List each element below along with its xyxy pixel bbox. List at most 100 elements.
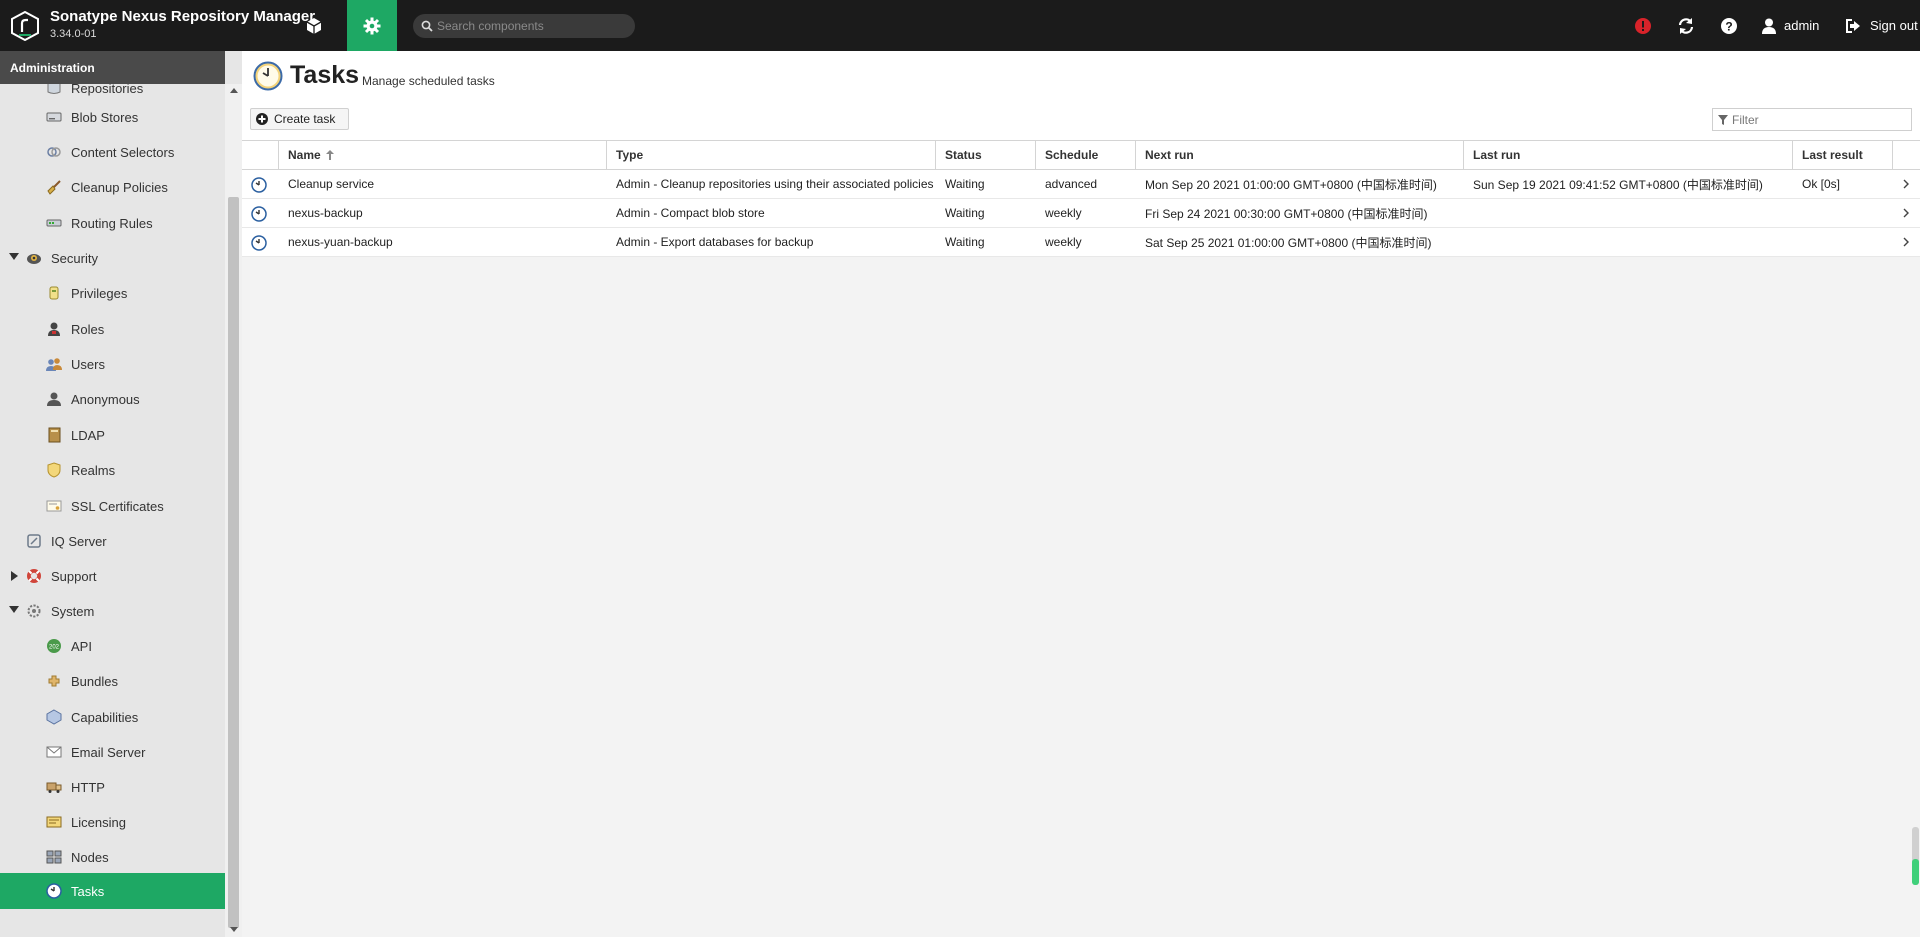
brand[interactable]: Sonatype Nexus Repository Manager 3.34.0… <box>0 0 316 51</box>
column-header-name[interactable]: Name <box>279 141 607 169</box>
alert-icon <box>1635 17 1651 34</box>
sidebar-item-routing-rules[interactable]: Routing Rules <box>0 205 225 241</box>
column-header-last-result[interactable]: Last result <box>1793 141 1893 169</box>
caret-right-icon[interactable] <box>11 571 18 581</box>
help-button[interactable]: ? <box>1713 0 1745 51</box>
sidebar-item-label: Anonymous <box>71 391 140 407</box>
refresh-button[interactable] <box>1670 0 1702 51</box>
table-row[interactable]: nexus-backup Admin - Compact blob store Wa… <box>242 199 1920 228</box>
sidebar-item-bundles[interactable]: Bundles <box>0 663 225 699</box>
sidebar-item-anonymous[interactable]: Anonymous <box>0 381 225 417</box>
sidebar-item-label: Cleanup Policies <box>71 179 168 195</box>
cell-text: advanced <box>1045 177 1098 191</box>
system-icon <box>26 603 42 619</box>
sidebar-item-label: Support <box>51 568 97 584</box>
cell-status: Waiting <box>936 228 1036 256</box>
search-input[interactable] <box>437 16 627 36</box>
sidebar-item-users[interactable]: Users <box>0 346 225 382</box>
column-header-type-label: Type <box>616 148 644 162</box>
page-scroll-indicator[interactable] <box>1912 827 1919 885</box>
sidebar-item-roles[interactable]: Roles <box>0 311 225 347</box>
sidebar-item-capabilities[interactable]: Capabilities <box>0 699 225 735</box>
anonymous-icon <box>46 391 62 407</box>
sidebar-item-label: IQ Server <box>51 533 107 549</box>
task-clock-icon <box>251 177 267 193</box>
sidebar-item-http[interactable]: HTTP <box>0 769 225 805</box>
admin-sidebar: Administration Repositories Blob Stores Co… <box>0 51 242 937</box>
certificate-icon <box>46 498 62 514</box>
plus-circle-icon <box>256 113 268 125</box>
page-subtitle: Manage scheduled tasks <box>362 74 495 88</box>
main-content: Tasks Manage scheduled tasks Create task… <box>242 51 1920 937</box>
admin-mode-button[interactable] <box>347 0 397 51</box>
sidebar-item-ssl-certificates[interactable]: SSL Certificates <box>0 488 225 524</box>
filter-box[interactable] <box>1712 108 1912 131</box>
sidebar-item-cleanup-policies[interactable]: Cleanup Policies <box>0 169 225 205</box>
user-icon <box>1762 18 1776 34</box>
column-header-status[interactable]: Status <box>936 141 1036 169</box>
sidebar-item-api[interactable]: 202 API <box>0 628 225 664</box>
sidebar-item-system[interactable]: System <box>0 593 225 629</box>
user-menu[interactable]: admin <box>1762 0 1832 51</box>
sidebar-item-nodes[interactable]: Nodes <box>0 839 225 875</box>
search-icon <box>421 20 433 32</box>
table-row[interactable]: Cleanup service Admin - Cleanup repositor… <box>242 170 1920 199</box>
sidebar-scrollbar[interactable] <box>225 84 242 937</box>
scroll-down-arrow-icon[interactable] <box>230 927 238 932</box>
cell-type: Admin - Cleanup repositories using their… <box>607 170 936 198</box>
caret-down-icon[interactable] <box>9 253 19 260</box>
caret-down-icon[interactable] <box>9 606 19 613</box>
selector-icon <box>46 144 62 160</box>
scroll-up-arrow-icon[interactable] <box>230 88 238 93</box>
cell-text: weekly <box>1045 235 1082 249</box>
sidebar-item-label: Email Server <box>71 744 146 760</box>
cell-text: Waiting <box>945 177 985 191</box>
column-header-type[interactable]: Type <box>607 141 936 169</box>
cell-text: Fri Sep 24 2021 00:30:00 GMT+0800 (中国标准时… <box>1145 206 1428 221</box>
capabilities-icon <box>46 709 62 725</box>
svg-text:202: 202 <box>49 645 60 651</box>
sidebar-item-email-server[interactable]: Email Server <box>0 734 225 770</box>
sidebar-item-blob-stores[interactable]: Blob Stores <box>0 99 225 135</box>
cell-text: Admin - Export databases for backup <box>616 235 814 249</box>
sidebar-item-tasks[interactable]: Tasks <box>0 873 225 909</box>
table-row[interactable]: nexus-yuan-backup Admin - Export database… <box>242 228 1920 257</box>
task-clock-icon <box>251 235 267 251</box>
page-header: Tasks Manage scheduled tasks <box>242 51 1920 101</box>
browse-mode-button[interactable] <box>289 0 339 51</box>
search-box[interactable] <box>413 14 635 38</box>
product-name: Sonatype Nexus Repository Manager <box>50 8 316 25</box>
system-alert-button[interactable] <box>1628 0 1658 51</box>
sidebar-item-security[interactable]: Security <box>0 240 225 276</box>
sidebar-item-label: Security <box>51 250 98 266</box>
sidebar-item-label: Content Selectors <box>71 144 175 160</box>
column-header-next-run[interactable]: Next run <box>1136 141 1464 169</box>
sidebar-item-label: SSL Certificates <box>71 498 164 514</box>
cell-last-result <box>1793 228 1893 256</box>
sidebar-item-licensing[interactable]: Licensing <box>0 804 225 840</box>
cell-text: nexus-yuan-backup <box>288 235 393 249</box>
sign-out-button[interactable]: Sign out <box>1845 0 1920 51</box>
sidebar-item-label: Roles <box>71 321 105 337</box>
sidebar-item-label: Bundles <box>71 673 118 689</box>
cell-text: Sat Sep 25 2021 01:00:00 GMT+0800 (中国标准时… <box>1145 235 1432 250</box>
create-task-button[interactable]: Create task <box>250 108 349 130</box>
sidebar-item-content-selectors[interactable]: Content Selectors <box>0 134 225 170</box>
email-icon <box>46 744 62 760</box>
chevron-right-icon[interactable] <box>1902 207 1910 222</box>
chevron-right-icon[interactable] <box>1902 236 1910 251</box>
support-icon <box>26 568 42 584</box>
sidebar-item-realms[interactable]: Realms <box>0 452 225 488</box>
column-header-last-run[interactable]: Last run <box>1464 141 1793 169</box>
chevron-right-icon[interactable] <box>1902 178 1910 193</box>
column-header-name-label: Name <box>288 148 321 162</box>
sidebar-item-support[interactable]: Support <box>0 558 225 594</box>
sidebar-scroll-thumb[interactable] <box>228 197 239 928</box>
cell-next-run: Mon Sep 20 2021 01:00:00 GMT+0800 (中国标准时… <box>1136 170 1464 198</box>
sidebar-item-privileges[interactable]: Privileges <box>0 275 225 311</box>
sidebar-item-iq-server[interactable]: IQ Server <box>0 523 225 559</box>
cell-text: Admin - Compact blob store <box>616 206 765 220</box>
sidebar-item-ldap[interactable]: LDAP <box>0 417 225 453</box>
filter-input[interactable] <box>1732 110 1907 129</box>
column-header-schedule[interactable]: Schedule <box>1036 141 1136 169</box>
